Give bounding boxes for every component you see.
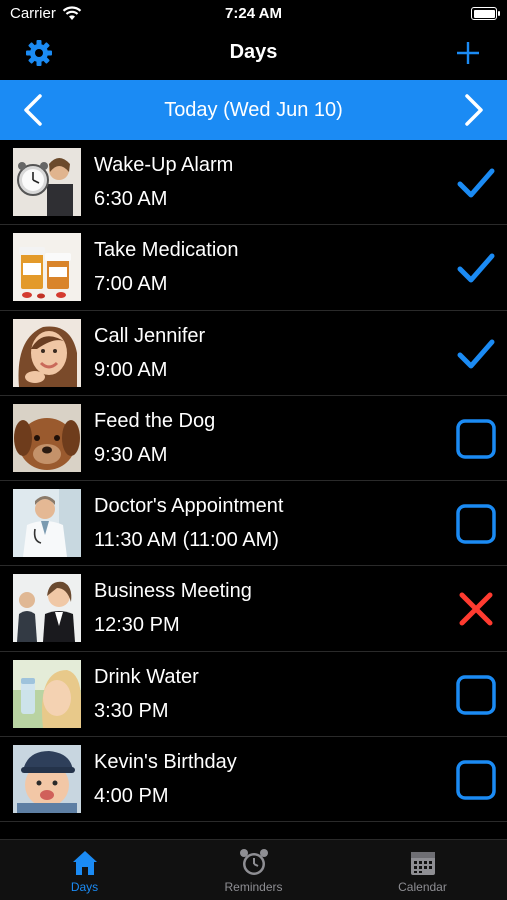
item-name: Call Jennifer (94, 324, 206, 347)
cancelled-x-icon[interactable] (455, 588, 497, 630)
business-people-photo (13, 574, 81, 643)
list-item[interactable]: Drink Water 3:30 PM (0, 652, 507, 738)
list-item[interactable]: Wake-Up Alarm 6:30 AM (0, 140, 507, 226)
status-bar: Carrier 7:24 AM (0, 0, 507, 28)
list-item[interactable]: Business Meeting 12:30 PM (0, 566, 507, 652)
woman-with-clock-photo (13, 148, 81, 216)
item-name: Kevin's Birthday (94, 751, 237, 774)
checkbox-empty-icon[interactable] (455, 759, 497, 801)
tab-label: Calendar (398, 880, 447, 894)
baby-photo (13, 745, 81, 814)
list-item[interactable]: Call Jennifer 9:00 AM (0, 311, 507, 396)
dog-photo (13, 403, 81, 472)
item-time: 11:30 AM (11:00 AM) (94, 529, 279, 552)
task-list: Wake-Up Alarm 6:30 AM Take Medication 7:… (0, 140, 507, 823)
add-button[interactable] (453, 38, 483, 68)
checkbox-empty-icon[interactable] (455, 674, 497, 716)
checkbox-empty-icon[interactable] (455, 418, 497, 460)
checkmark-icon[interactable] (455, 162, 497, 204)
date-bar: Today (Wed Jun 10) (0, 80, 507, 140)
alarm-clock-icon (239, 849, 268, 875)
date-label: Today (Wed Jun 10) (164, 99, 343, 121)
tab-calendar[interactable]: Calendar (338, 840, 507, 900)
tab-bar: Days Reminders Calendar (0, 839, 507, 900)
doctor-photo (13, 489, 81, 558)
item-time: 6:30 AM (94, 188, 168, 210)
list-item[interactable]: Kevin's Birthday 4:00 PM (0, 737, 507, 823)
item-name: Take Medication (94, 239, 239, 262)
battery-icon (471, 7, 500, 20)
list-item[interactable]: Doctor's Appointment 11:30 AM (11:00 AM) (0, 481, 507, 567)
woman-drinking-photo (13, 659, 81, 728)
tab-label: Reminders (224, 880, 283, 894)
item-name: Feed the Dog (94, 409, 216, 432)
status-time: 7:24 AM (225, 5, 282, 22)
smiling-woman-photo (13, 318, 81, 387)
item-time: 3:30 PM (94, 699, 169, 722)
item-time: 9:30 AM (94, 443, 168, 466)
tab-label: Days (70, 880, 99, 894)
list-item[interactable]: Feed the Dog 9:30 AM (0, 396, 507, 482)
item-name: Drink Water (94, 665, 199, 688)
page-title: Days (229, 41, 278, 63)
checkmark-icon[interactable] (455, 333, 497, 375)
calendar-icon (410, 852, 435, 875)
item-time: 12:30 PM (94, 614, 180, 637)
item-name: Business Meeting (94, 580, 252, 603)
item-name: Wake-Up Alarm (94, 154, 234, 176)
item-time: 4:00 PM (94, 785, 169, 808)
tab-days[interactable]: Days (0, 840, 169, 900)
house-icon (72, 851, 97, 875)
item-time: 9:00 AM (94, 358, 168, 381)
next-day-button[interactable] (459, 92, 489, 128)
checkmark-icon[interactable] (455, 247, 497, 289)
nav-bar: Days (0, 28, 507, 80)
list-item[interactable]: Take Medication 7:00 AM (0, 225, 507, 311)
pill-bottles-photo (13, 233, 81, 302)
tab-reminders[interactable]: Reminders (169, 840, 338, 900)
checkbox-empty-icon[interactable] (455, 503, 497, 545)
item-time: 7:00 AM (94, 273, 168, 296)
item-name: Doctor's Appointment (94, 495, 284, 518)
